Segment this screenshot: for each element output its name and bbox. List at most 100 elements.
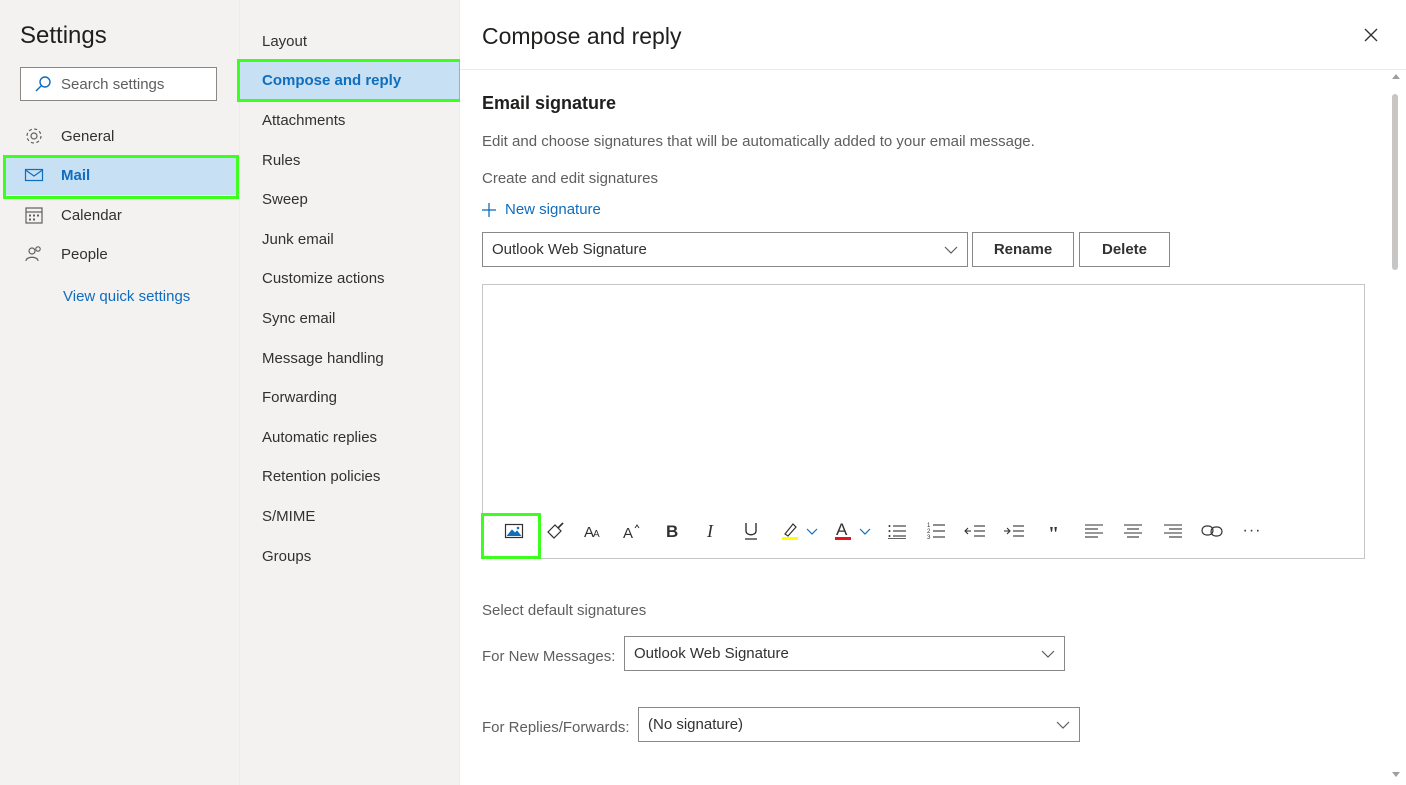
new-messages-dropdown[interactable]: Outlook Web Signature [624, 636, 1065, 671]
align-center-icon [1124, 524, 1142, 538]
create-signatures-label: Create and edit signatures [482, 170, 658, 187]
search-input[interactable] [61, 75, 211, 93]
sidebar-item-people[interactable]: People [6, 234, 236, 274]
align-right-button[interactable] [1157, 517, 1189, 545]
delete-button[interactable]: Delete [1079, 232, 1170, 267]
close-button[interactable] [1360, 24, 1382, 46]
nav-item-automatic-replies[interactable]: Automatic replies [240, 418, 460, 456]
settings-title: Settings [20, 22, 107, 49]
new-messages-label: For New Messages: [482, 648, 616, 665]
underline-button[interactable] [735, 517, 767, 545]
new-signature-label: New signature [505, 201, 601, 218]
section-description: Edit and choose signatures that will be … [482, 133, 1035, 150]
nav-item-compose-and-reply[interactable]: Compose and reply [240, 61, 460, 99]
bold-button[interactable]: B [656, 517, 688, 545]
svg-text:": " [1048, 523, 1059, 539]
more-options-button[interactable]: ··· [1236, 517, 1268, 545]
highlight-icon [782, 523, 798, 540]
new-messages-value: Outlook Web Signature [634, 645, 789, 662]
chevron-down-icon [1056, 721, 1070, 729]
section-heading: Email signature [482, 93, 617, 113]
decrease-indent-icon [964, 525, 985, 537]
chevron-down-icon [859, 528, 871, 535]
title-divider [460, 69, 1406, 70]
signature-dropdown-value: Outlook Web Signature [492, 241, 647, 258]
increase-indent-button[interactable] [998, 517, 1030, 545]
replies-forwards-dropdown[interactable]: (No signature) [638, 707, 1080, 742]
chevron-down-icon [944, 246, 958, 254]
rename-button[interactable]: Rename [972, 232, 1074, 267]
chevron-down-icon [1041, 650, 1055, 658]
gear-icon [24, 126, 44, 146]
main-panel: Compose and reply Email signature Edit a… [460, 0, 1406, 785]
numbering-button[interactable]: 123 [920, 517, 952, 545]
align-right-icon [1164, 524, 1182, 538]
view-quick-settings-link[interactable]: View quick settings [63, 288, 190, 305]
nav-item-message-handling[interactable]: Message handling [240, 339, 460, 377]
scroll-down-arrow[interactable] [1392, 772, 1400, 777]
search-icon [33, 74, 53, 94]
font-size-button[interactable]: AA [577, 517, 609, 545]
bold-icon: B [666, 522, 678, 540]
sidebar-item-calendar[interactable]: Calendar [6, 195, 236, 235]
quote-button[interactable]: " [1038, 517, 1070, 545]
format-painter-icon [547, 522, 564, 539]
grow-font-button[interactable]: A [616, 517, 648, 545]
nav-item-sweep[interactable]: Sweep [240, 180, 460, 218]
svg-text:I: I [706, 522, 714, 540]
nav-item-groups[interactable]: Groups [240, 537, 460, 575]
nav-item-smime[interactable]: S/MIME [240, 497, 460, 535]
more-options-icon: ··· [1242, 522, 1262, 539]
replies-forwards-label: For Replies/Forwards: [482, 719, 630, 736]
nav-item-junk-email[interactable]: Junk email [240, 220, 460, 258]
mail-settings-nav: Layout Compose and reply Attachments Rul… [240, 0, 460, 785]
font-size-icon: AA [584, 524, 600, 540]
mail-icon [24, 165, 44, 185]
page-title: Compose and reply [482, 23, 682, 49]
svg-text:B: B [666, 522, 678, 540]
nav-item-layout[interactable]: Layout [240, 22, 460, 60]
insert-link-button[interactable] [1196, 517, 1228, 545]
nav-item-sync-email[interactable]: Sync email [240, 299, 460, 337]
sidebar-item-label: Calendar [61, 206, 122, 224]
align-left-icon [1085, 524, 1103, 538]
insert-image-button[interactable] [498, 517, 530, 545]
plus-icon [482, 202, 498, 218]
sidebar-item-label: People [61, 245, 108, 263]
signature-editor[interactable]: AA A B I A 123 " ··· [482, 284, 1365, 559]
sidebar-item-label: General [61, 127, 115, 145]
search-settings-box[interactable] [20, 67, 217, 101]
bullets-button[interactable] [881, 517, 913, 545]
highlight-button[interactable] [775, 517, 823, 545]
align-center-button[interactable] [1117, 517, 1149, 545]
italic-icon: I [706, 522, 714, 540]
nav-item-customize-actions[interactable]: Customize actions [240, 259, 460, 297]
people-icon [24, 244, 44, 264]
underline-icon [745, 523, 757, 540]
select-default-label: Select default signatures [482, 602, 647, 619]
scroll-up-arrow[interactable] [1392, 74, 1400, 79]
bullets-icon [888, 525, 906, 539]
scrollbar-thumb[interactable] [1392, 94, 1398, 270]
close-icon [1364, 28, 1378, 42]
nav-item-retention-policies[interactable]: Retention policies [240, 457, 460, 495]
decrease-indent-button[interactable] [959, 517, 991, 545]
replies-forwards-value: (No signature) [648, 716, 744, 733]
align-left-button[interactable] [1078, 517, 1110, 545]
signature-dropdown[interactable]: Outlook Web Signature [482, 232, 968, 267]
font-color-button[interactable]: A [828, 517, 876, 545]
nav-item-rules[interactable]: Rules [240, 141, 460, 179]
svg-text:A: A [623, 525, 633, 540]
svg-text:A: A [593, 529, 600, 540]
quote-icon: " [1048, 523, 1059, 539]
nav-item-forwarding[interactable]: Forwarding [240, 378, 460, 416]
nav-item-attachments[interactable]: Attachments [240, 101, 460, 139]
font-color-icon: A [835, 520, 851, 540]
grow-font-icon: A [623, 524, 640, 540]
sidebar-item-general[interactable]: General [6, 116, 236, 156]
new-signature-button[interactable]: New signature [482, 201, 601, 218]
sidebar-item-mail[interactable]: Mail [6, 155, 236, 195]
scrollbar[interactable] [1388, 72, 1404, 785]
format-painter-button[interactable] [539, 517, 571, 545]
italic-button[interactable]: I [695, 517, 727, 545]
